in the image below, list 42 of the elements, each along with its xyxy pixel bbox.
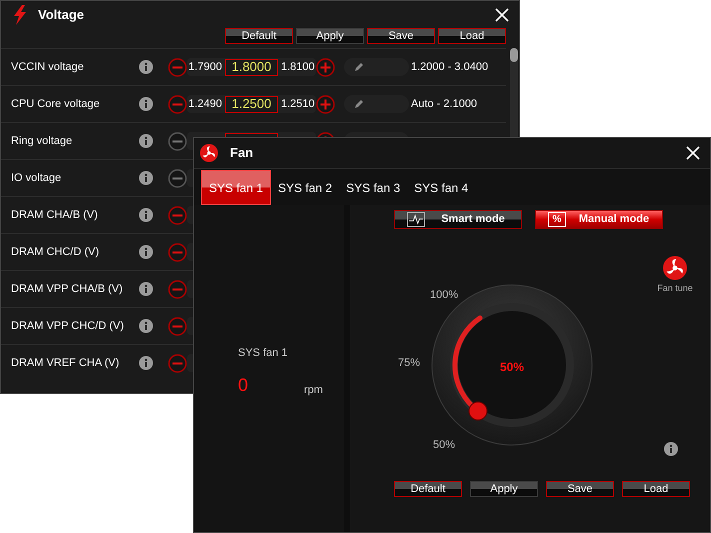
action-button[interactable]: Load [438, 28, 506, 44]
fan-tab[interactable]: SYS fan 1 [201, 170, 272, 205]
speed-unit: rpm [304, 383, 323, 398]
setting-label: IO voltage [10, 170, 62, 186]
setting-label: DRAM VPP CHC/D (V) [10, 318, 125, 334]
fan-name: SYS fan 1 [238, 346, 289, 361]
setting-label: DRAM CHA/B (V) [10, 208, 99, 223]
action-button[interactable]: Default [394, 481, 462, 497]
setting-label: VCCIN voltage [10, 60, 85, 75]
upper-value: 1.2510 [280, 96, 316, 112]
range-label: Auto - 2.1000 [411, 96, 478, 112]
value-field[interactable]: 1.8000 [225, 58, 278, 76]
action-button[interactable]: Apply [296, 28, 364, 44]
fan-speed: 0 [238, 374, 248, 396]
action-button[interactable]: Load [622, 481, 690, 497]
fan-tab[interactable]: SYS fan 3 [339, 170, 408, 205]
fan-tab[interactable]: SYS fan 2 [271, 170, 340, 205]
setting-label: Ring voltage [10, 134, 74, 149]
value-field[interactable]: 1.2500 [225, 96, 278, 112]
lower-value: 1.2490 [187, 96, 222, 112]
mode-button[interactable]: Smart mode [394, 210, 522, 229]
fan-tab[interactable]: SYS fan 4 [407, 170, 476, 205]
setting-label: CPU Core voltage [10, 96, 101, 112]
percent-symbol: % [548, 212, 566, 227]
range-label: 1.2000 - 3.0400 [411, 60, 488, 75]
dial-tick-label: 100% [430, 288, 458, 303]
setting-label: DRAM VPP CHA/B (V) [10, 282, 124, 297]
mode-button[interactable]: % Manual mode [535, 210, 663, 229]
dial-value: 50% [500, 359, 524, 376]
action-button[interactable]: Default [225, 28, 293, 44]
action-button[interactable]: Apply [470, 481, 538, 497]
dial-tick-label: 50% [433, 438, 456, 453]
upper-value: 1.8100 [280, 60, 316, 75]
fan-tune-label: Fan tune [657, 282, 693, 295]
action-button[interactable]: Save [546, 481, 614, 497]
window-title: Fan [230, 144, 254, 162]
dial-tick-label: 75% [398, 356, 420, 371]
setting-label: DRAM CHC/D (V) [10, 244, 100, 260]
setting-label: DRAM VREF CHA (V) [10, 356, 120, 371]
action-button[interactable]: Save [367, 28, 435, 44]
lower-value: 1.7900 [187, 60, 222, 75]
window-title: Voltage [38, 6, 84, 24]
